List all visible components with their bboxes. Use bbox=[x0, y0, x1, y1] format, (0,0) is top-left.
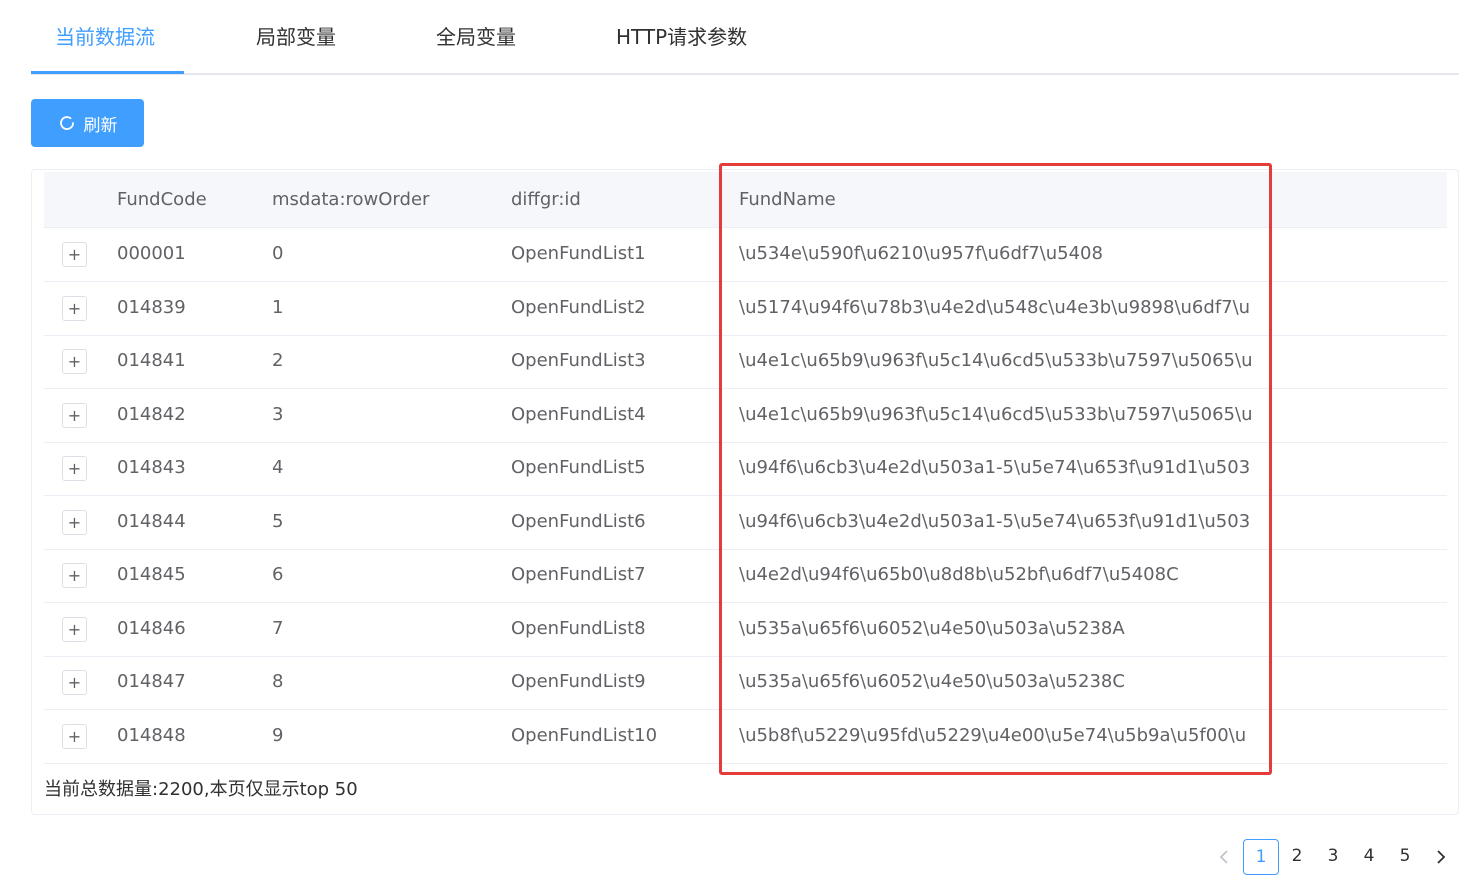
cell-fundname: \u5b8f\u5229\u95fd\u5229\u4e00\u5e74\u5b… bbox=[739, 725, 1247, 746]
expand-row-button[interactable]: + bbox=[62, 349, 87, 374]
chevron-left-icon[interactable] bbox=[1212, 839, 1236, 875]
cell-diffgr-id: OpenFundList8 bbox=[511, 618, 646, 639]
chevron-right-icon[interactable] bbox=[1429, 839, 1453, 875]
column-header-roworder: msdata:rowOrder bbox=[272, 189, 430, 210]
table-row: + 014842 3 OpenFundList4 \u4e1c\u65b9\u9… bbox=[44, 389, 1447, 443]
cell-fundname: \u534e\u590f\u6210\u957f\u6df7\u5408 bbox=[739, 243, 1103, 264]
table-row: + 014846 7 OpenFundList8 \u535a\u65f6\u6… bbox=[44, 603, 1447, 657]
cell-fundcode: 014842 bbox=[117, 404, 186, 425]
page-4[interactable]: 4 bbox=[1355, 839, 1383, 875]
table-row: + 000001 0 OpenFundList1 \u534e\u590f\u6… bbox=[44, 228, 1447, 282]
active-tab-indicator bbox=[31, 71, 184, 74]
cell-fundname: \u4e1c\u65b9\u963f\u5c14\u6cd5\u533b\u75… bbox=[739, 404, 1253, 425]
cell-fundcode: 000001 bbox=[117, 243, 186, 264]
table-row: + 014843 4 OpenFundList5 \u94f6\u6cb3\u4… bbox=[44, 442, 1447, 496]
table-row: + 014841 2 OpenFundList3 \u4e1c\u65b9\u9… bbox=[44, 335, 1447, 389]
tab-bar: 当前数据流 局部变量 全局变量 HTTP请求参数 bbox=[31, 0, 1459, 75]
cell-fundname: \u94f6\u6cb3\u4e2d\u503a1-5\u5e74\u653f\… bbox=[739, 511, 1251, 532]
tab-global-variables[interactable]: 全局变量 bbox=[436, 22, 516, 52]
cell-fundname: \u4e1c\u65b9\u963f\u5c14\u6cd5\u533b\u75… bbox=[739, 350, 1253, 371]
expand-row-button[interactable]: + bbox=[62, 403, 87, 428]
expand-row-button[interactable]: + bbox=[62, 724, 87, 749]
tab-current-data-stream[interactable]: 当前数据流 bbox=[55, 22, 155, 52]
cell-roworder: 2 bbox=[272, 350, 284, 371]
column-header-diffgr-id: diffgr:id bbox=[511, 189, 581, 210]
cell-fundcode: 014844 bbox=[117, 511, 186, 532]
table-row: + 014847 8 OpenFundList9 \u535a\u65f6\u6… bbox=[44, 656, 1447, 710]
column-header-fundcode: FundCode bbox=[117, 189, 207, 210]
expand-row-button[interactable]: + bbox=[62, 296, 87, 321]
cell-fundcode: 014845 bbox=[117, 564, 186, 585]
cell-roworder: 6 bbox=[272, 564, 284, 585]
cell-fundcode: 014843 bbox=[117, 457, 186, 478]
cell-diffgr-id: OpenFundList1 bbox=[511, 243, 646, 264]
cell-fundname: \u4e2d\u94f6\u65b0\u8d8b\u52bf\u6df7\u54… bbox=[739, 564, 1179, 585]
refresh-icon bbox=[58, 114, 76, 132]
cell-diffgr-id: OpenFundList2 bbox=[511, 297, 646, 318]
expand-row-button[interactable]: + bbox=[62, 456, 87, 481]
cell-diffgr-id: OpenFundList3 bbox=[511, 350, 646, 371]
cell-diffgr-id: OpenFundList9 bbox=[511, 671, 646, 692]
cell-fundcode: 014847 bbox=[117, 671, 186, 692]
cell-fundcode: 014846 bbox=[117, 618, 186, 639]
cell-fundname: \u94f6\u6cb3\u4e2d\u503a1-5\u5e74\u653f\… bbox=[739, 457, 1251, 478]
cell-roworder: 3 bbox=[272, 404, 284, 425]
column-header-fundname: FundName bbox=[739, 189, 836, 210]
table-footer-summary: 当前总数据量:2200,本页仅显示top 50 bbox=[44, 779, 358, 800]
cell-roworder: 8 bbox=[272, 671, 284, 692]
cell-diffgr-id: OpenFundList5 bbox=[511, 457, 646, 478]
cell-fundcode: 014839 bbox=[117, 297, 186, 318]
cell-roworder: 4 bbox=[272, 457, 284, 478]
cell-roworder: 7 bbox=[272, 618, 284, 639]
cell-fundname: \u5174\u94f6\u78b3\u4e2d\u548c\u4e3b\u98… bbox=[739, 297, 1251, 318]
cell-roworder: 0 bbox=[272, 243, 284, 264]
cell-fundcode: 014848 bbox=[117, 725, 186, 746]
tab-http-request-params[interactable]: HTTP请求参数 bbox=[616, 22, 747, 52]
table-row: + 014845 6 OpenFundList7 \u4e2d\u94f6\u6… bbox=[44, 549, 1447, 603]
expand-row-button[interactable]: + bbox=[62, 563, 87, 588]
expand-row-button[interactable]: + bbox=[62, 242, 87, 267]
tab-local-variables[interactable]: 局部变量 bbox=[256, 22, 336, 52]
cell-fundname: \u535a\u65f6\u6052\u4e50\u503a\u5238A bbox=[739, 618, 1125, 639]
expand-row-button[interactable]: + bbox=[62, 510, 87, 535]
page-2[interactable]: 2 bbox=[1283, 839, 1311, 875]
cell-diffgr-id: OpenFundList7 bbox=[511, 564, 646, 585]
refresh-button[interactable]: 刷新 bbox=[31, 99, 144, 147]
table-header: FundCode msdata:rowOrder diffgr:id FundN… bbox=[44, 172, 1447, 228]
cell-fundname: \u535a\u65f6\u6052\u4e50\u503a\u5238C bbox=[739, 671, 1125, 692]
table-row: + 014848 9 OpenFundList10 \u5b8f\u5229\u… bbox=[44, 710, 1447, 764]
cell-roworder: 9 bbox=[272, 725, 284, 746]
table-row: + 014844 5 OpenFundList6 \u94f6\u6cb3\u4… bbox=[44, 496, 1447, 550]
cell-fundcode: 014841 bbox=[117, 350, 186, 371]
pagination: 1 2 3 4 5 bbox=[1210, 839, 1460, 875]
cell-diffgr-id: OpenFundList6 bbox=[511, 511, 646, 532]
table-row: + 014839 1 OpenFundList2 \u5174\u94f6\u7… bbox=[44, 282, 1447, 336]
page-5[interactable]: 5 bbox=[1391, 839, 1419, 875]
cell-roworder: 5 bbox=[272, 511, 284, 532]
expand-row-button[interactable]: + bbox=[62, 670, 87, 695]
page-3[interactable]: 3 bbox=[1319, 839, 1347, 875]
page-1[interactable]: 1 bbox=[1243, 839, 1279, 875]
expand-row-button[interactable]: + bbox=[62, 617, 87, 642]
cell-roworder: 1 bbox=[272, 297, 284, 318]
cell-diffgr-id: OpenFundList10 bbox=[511, 725, 658, 746]
cell-diffgr-id: OpenFundList4 bbox=[511, 404, 646, 425]
refresh-label: 刷新 bbox=[83, 115, 118, 136]
data-table: FundCode msdata:rowOrder diffgr:id FundN… bbox=[31, 169, 1459, 815]
